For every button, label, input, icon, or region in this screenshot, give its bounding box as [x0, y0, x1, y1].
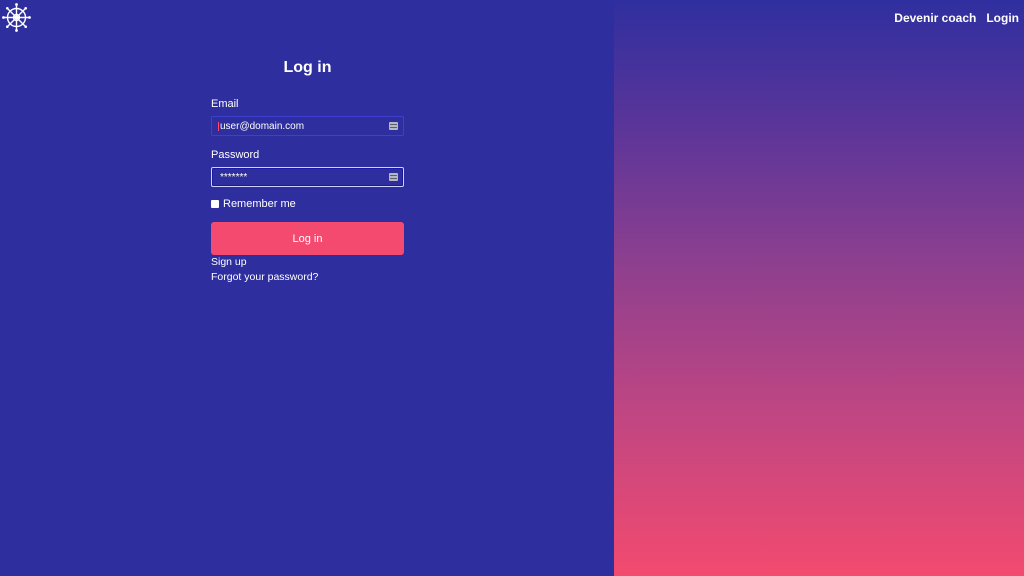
- email-field[interactable]: [212, 117, 382, 135]
- login-link[interactable]: Login: [986, 11, 1019, 25]
- password-field-wrapper: [211, 167, 404, 187]
- top-nav: Devenir coach Login: [894, 11, 1019, 25]
- login-panel: [0, 0, 614, 576]
- email-field-wrapper: [211, 116, 404, 136]
- autofill-key-icon[interactable]: [389, 122, 398, 130]
- ship-wheel-icon[interactable]: [2, 3, 31, 32]
- page-title: Log in: [283, 59, 332, 76]
- password-field[interactable]: [212, 168, 382, 186]
- login-submit-button[interactable]: Log in: [211, 222, 404, 255]
- become-coach-link[interactable]: Devenir coach: [894, 11, 976, 25]
- signup-link[interactable]: Sign up: [211, 256, 247, 268]
- email-label: Email: [211, 98, 239, 110]
- remember-me-row: Remember me: [211, 198, 296, 210]
- forgot-password-link[interactable]: Forgot your password?: [211, 271, 318, 283]
- autofill-key-icon[interactable]: [389, 173, 398, 181]
- remember-me-checkbox[interactable]: [211, 200, 219, 208]
- gradient-hero-panel: [614, 0, 1024, 576]
- password-label: Password: [211, 149, 260, 161]
- remember-me-label[interactable]: Remember me: [223, 198, 296, 210]
